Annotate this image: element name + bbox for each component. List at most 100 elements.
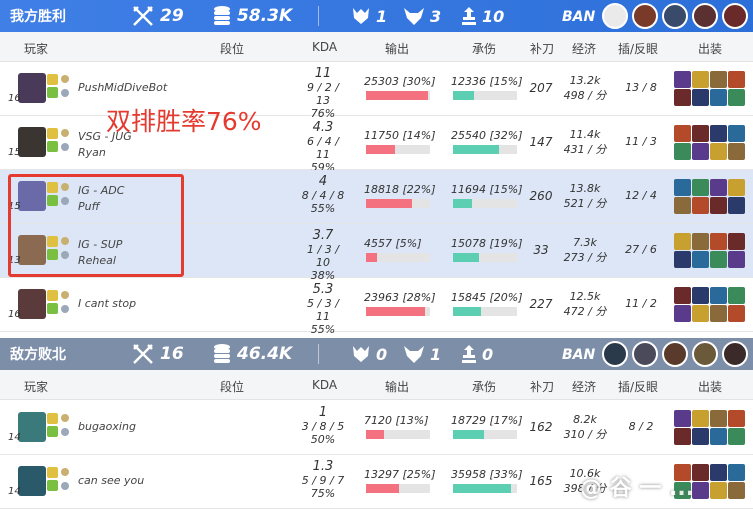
item-icon[interactable] (728, 89, 745, 106)
item-icon[interactable] (728, 428, 745, 445)
gold-per-min: 521 / 分 (563, 197, 607, 210)
player-name[interactable]: PushMidDiveBot (78, 81, 167, 94)
enemy-column-header: 玩家 段位 KDA 输出 承伤 补刀 经济 插/反眼 出装 (0, 370, 753, 400)
cs-value: 165 (529, 474, 553, 488)
item-icon[interactable] (710, 305, 727, 322)
enemy-obj-dragon: 1 (402, 344, 441, 364)
item-icon[interactable] (674, 305, 691, 322)
item-icon[interactable] (692, 233, 709, 250)
item-icon[interactable] (710, 89, 727, 106)
item-icon[interactable] (692, 143, 709, 160)
enemy-ban-3[interactable] (662, 341, 688, 367)
damage-bar (366, 484, 430, 493)
item-icon[interactable] (728, 251, 745, 268)
item-icon[interactable] (710, 482, 727, 499)
taken-value: 15078 [19%] (451, 237, 523, 250)
player-row[interactable]: 16 I cant stop 5.3 5 / 3 / 11 55% 23963 [28%]… (0, 278, 753, 336)
item-icon[interactable] (728, 71, 745, 88)
item-icon[interactable] (674, 179, 691, 196)
item-icon[interactable] (674, 410, 691, 427)
item-icon[interactable] (692, 251, 709, 268)
item-icon[interactable] (710, 428, 727, 445)
item-icon[interactable] (674, 143, 691, 160)
item-icon[interactable] (692, 305, 709, 322)
item-icon[interactable] (710, 251, 727, 268)
item-icon[interactable] (674, 71, 691, 88)
player-name[interactable]: can see you (78, 474, 144, 487)
item-icon[interactable] (728, 179, 745, 196)
item-icon[interactable] (692, 464, 709, 481)
kda-ratio: 4.3 (312, 120, 334, 135)
item-icon[interactable] (674, 89, 691, 106)
item-icon[interactable] (692, 197, 709, 214)
item-icon[interactable] (710, 464, 727, 481)
item-icon[interactable] (692, 428, 709, 445)
item-icon[interactable] (710, 125, 727, 142)
item-icon[interactable] (728, 464, 745, 481)
player-name[interactable]: I cant stop (78, 297, 136, 310)
item-icon[interactable] (692, 71, 709, 88)
gold-cell: 12.5k 472 / 分 (558, 290, 612, 319)
champion-avatar[interactable] (18, 73, 46, 103)
enemy-ban-label: BAN (562, 347, 596, 363)
item-icon[interactable] (728, 233, 745, 250)
item-icon[interactable] (728, 197, 745, 214)
ally-ban-4[interactable] (692, 3, 718, 29)
enemy-ban-1[interactable] (602, 341, 628, 367)
damage-bar (366, 253, 430, 262)
ally-ban-5[interactable] (722, 3, 748, 29)
ward-value: 8 / 2 (628, 420, 654, 433)
baron-icon (353, 346, 369, 362)
item-icon[interactable] (674, 197, 691, 214)
ally-ban-1[interactable] (602, 3, 628, 29)
item-icon[interactable] (728, 482, 745, 499)
item-icon[interactable] (674, 233, 691, 250)
item-icon[interactable] (710, 233, 727, 250)
item-icon[interactable] (674, 428, 691, 445)
item-icon[interactable] (710, 179, 727, 196)
ally-ban-3[interactable] (662, 3, 688, 29)
item-icon[interactable] (692, 89, 709, 106)
player-name[interactable]: bugaoxing (78, 420, 136, 433)
champion-avatar[interactable] (18, 127, 46, 157)
enemy-ban-5[interactable] (722, 341, 748, 367)
gold-total: 12.5k (569, 290, 601, 303)
item-icon[interactable] (674, 287, 691, 304)
ally-team-header: 我方胜利 29 58.3K 1 3 10 BAN (0, 0, 753, 32)
enemy-ban-2[interactable] (632, 341, 658, 367)
item-icon[interactable] (728, 305, 745, 322)
enemy-ban-4[interactable] (692, 341, 718, 367)
ally-ban-2[interactable] (632, 3, 658, 29)
item-icon[interactable] (728, 125, 745, 142)
item-icon[interactable] (692, 410, 709, 427)
item-icon[interactable] (692, 179, 709, 196)
item-icon[interactable] (710, 197, 727, 214)
item-icon[interactable] (692, 482, 709, 499)
item-icon[interactable] (692, 125, 709, 142)
item-icon[interactable] (728, 143, 745, 160)
item-icon[interactable] (674, 251, 691, 268)
player-row[interactable]: 14 bugaoxing 1 3 / 8 / 5 50% 7120 [13%] 18729 … (0, 401, 753, 455)
item-icon[interactable] (728, 287, 745, 304)
crossed-swords-icon (133, 6, 153, 26)
champion-avatar[interactable] (18, 412, 46, 442)
col-rank: 段位 (220, 380, 245, 394)
damage-bar-fill (366, 91, 429, 100)
champion-avatar[interactable] (18, 466, 46, 496)
item-icon[interactable] (710, 71, 727, 88)
item-icon[interactable] (728, 410, 745, 427)
ally-obj-baron: 1 (350, 6, 387, 26)
items-grid (674, 71, 746, 106)
kda-detail: 8 / 4 / 8 (301, 189, 345, 202)
item-icon[interactable] (710, 143, 727, 160)
summoner-spell-icon (47, 303, 58, 314)
champion-avatar[interactable] (18, 289, 46, 319)
item-icon[interactable] (674, 125, 691, 142)
kda-detail: 1 / 3 / 10 (307, 243, 339, 269)
taken-bar-fill (453, 91, 475, 100)
item-icon[interactable] (710, 287, 727, 304)
rune-icon (61, 291, 69, 299)
rune-icon (61, 468, 69, 476)
item-icon[interactable] (692, 287, 709, 304)
item-icon[interactable] (710, 410, 727, 427)
